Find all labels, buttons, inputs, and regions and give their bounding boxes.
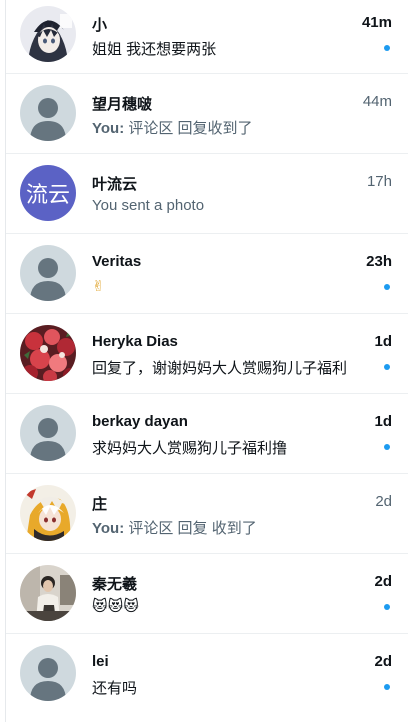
- timestamp: 41m: [361, 14, 392, 31]
- conversation-name: 叶流云: [92, 176, 138, 193]
- anime-avatar-image: [20, 485, 76, 541]
- preview-text: 评论区 回复收到了: [128, 120, 253, 137]
- conversation-row[interactable]: lei 还有吗 2d: [6, 634, 408, 714]
- message-preview: 姐姐 我还想要两张: [92, 41, 217, 58]
- default-profile-icon: [20, 85, 76, 141]
- avatar[interactable]: [20, 405, 76, 461]
- conversation-row[interactable]: 庄 You: 评论区 回复 收到了 2d: [6, 474, 408, 554]
- avatar[interactable]: [20, 85, 76, 141]
- conversation-name: 庄: [92, 496, 108, 513]
- conversation-name: 望月穗啵: [92, 96, 153, 113]
- conversation-name: berkay dayan: [92, 413, 188, 430]
- conversation-name: Veritas: [92, 253, 142, 270]
- person-photo-avatar-image: [20, 565, 76, 621]
- conversation-row[interactable]: 流云 叶流云 You sent a photo 17h: [6, 154, 408, 234]
- default-profile-icon: [20, 645, 76, 701]
- preview-text: 评论区 回复 收到了: [128, 520, 257, 537]
- message-preview: 还有吗: [92, 680, 138, 697]
- text-avatar: 流云: [20, 165, 76, 221]
- roses-avatar-image: [20, 325, 76, 381]
- conversation-name: 小: [92, 17, 108, 34]
- default-profile-icon: [20, 245, 76, 301]
- timestamp: 2d: [375, 493, 392, 510]
- avatar[interactable]: [20, 565, 76, 621]
- timestamp: 2d: [374, 573, 392, 590]
- avatar[interactable]: [20, 325, 76, 381]
- unread-dot-icon: [384, 604, 390, 610]
- conversation-row[interactable]: Veritas ✌ 23h: [6, 234, 408, 314]
- unread-dot-icon: [384, 684, 390, 690]
- message-preview: 😻😻😻: [92, 598, 139, 615]
- message-preview: 回复了，谢谢妈妈大人赏赐狗儿子福利: [92, 360, 348, 377]
- avatar[interactable]: 流云: [20, 165, 76, 221]
- conversation-row[interactable]: 秦无羲 😻😻😻 2d: [6, 554, 408, 634]
- avatar[interactable]: [20, 6, 76, 62]
- conversation-name: Heryka Dias: [92, 333, 178, 350]
- anime-avatar-image: [20, 6, 76, 62]
- avatar[interactable]: [20, 245, 76, 301]
- timestamp: 44m: [362, 93, 392, 110]
- conversation-row[interactable]: 小 姐姐 我还想要两张 41m: [6, 0, 408, 74]
- conversation-row[interactable]: berkay dayan 求妈妈大人赏赐狗儿子福利撸 1d: [6, 394, 408, 474]
- avatar[interactable]: [20, 645, 76, 701]
- message-preview: ✌: [92, 278, 105, 295]
- message-preview: You sent a photo: [92, 197, 205, 214]
- you-prefix: You:: [92, 520, 125, 537]
- conversation-name: 秦无羲: [92, 576, 138, 593]
- timestamp: 1d: [374, 333, 392, 350]
- default-profile-icon: [20, 405, 76, 461]
- message-preview: You: 评论区 回复 收到了: [92, 517, 257, 538]
- message-preview: 求妈妈大人赏赐狗儿子福利撸: [92, 440, 288, 457]
- timestamp: 2d: [374, 653, 392, 670]
- timestamp: 1d: [374, 413, 392, 430]
- conversation-name: lei: [92, 653, 109, 670]
- unread-dot-icon: [384, 444, 390, 450]
- message-preview: You: 评论区 回复收到了: [92, 117, 253, 138]
- conversation-row[interactable]: 望月穗啵 You: 评论区 回复收到了 44m: [6, 74, 408, 154]
- timestamp: 23h: [366, 253, 392, 270]
- you-prefix: You:: [92, 120, 125, 137]
- timestamp: 17h: [366, 173, 392, 190]
- unread-dot-icon: [384, 364, 390, 370]
- unread-dot-icon: [384, 45, 390, 51]
- conversation-row[interactable]: Heryka Dias 回复了，谢谢妈妈大人赏赐狗儿子福利 1d: [6, 314, 408, 394]
- avatar[interactable]: [20, 485, 76, 541]
- unread-dot-icon: [384, 284, 390, 290]
